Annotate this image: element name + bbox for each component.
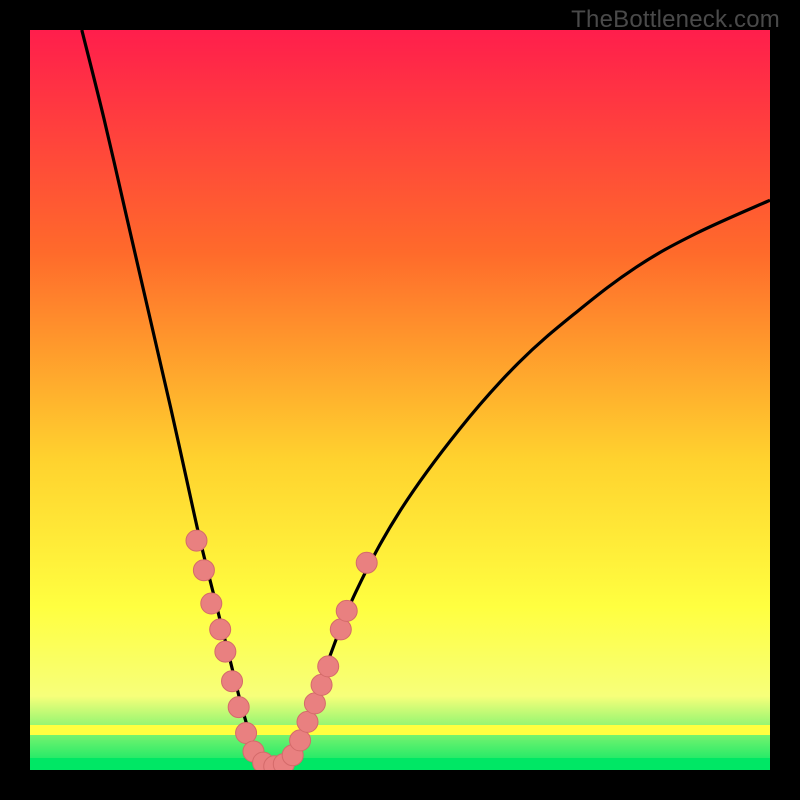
data-dot (193, 560, 214, 581)
data-dot (304, 693, 325, 714)
data-dot (311, 674, 332, 695)
yellow-band (30, 725, 770, 735)
chart-svg (30, 30, 770, 770)
data-dot (290, 730, 311, 751)
data-dot (210, 619, 231, 640)
chart-container: TheBottleneck.com (0, 0, 800, 800)
data-dot (236, 723, 257, 744)
data-dot (356, 552, 377, 573)
data-dot (201, 593, 222, 614)
data-dot (222, 671, 243, 692)
data-dot (318, 656, 339, 677)
data-dot (228, 697, 249, 718)
data-dot (297, 711, 318, 732)
data-dot (336, 600, 357, 621)
green-band (30, 758, 770, 770)
plot-area (30, 30, 770, 770)
data-dot (215, 641, 236, 662)
gradient-background (30, 30, 770, 770)
data-dot (330, 619, 351, 640)
data-dot (186, 530, 207, 551)
